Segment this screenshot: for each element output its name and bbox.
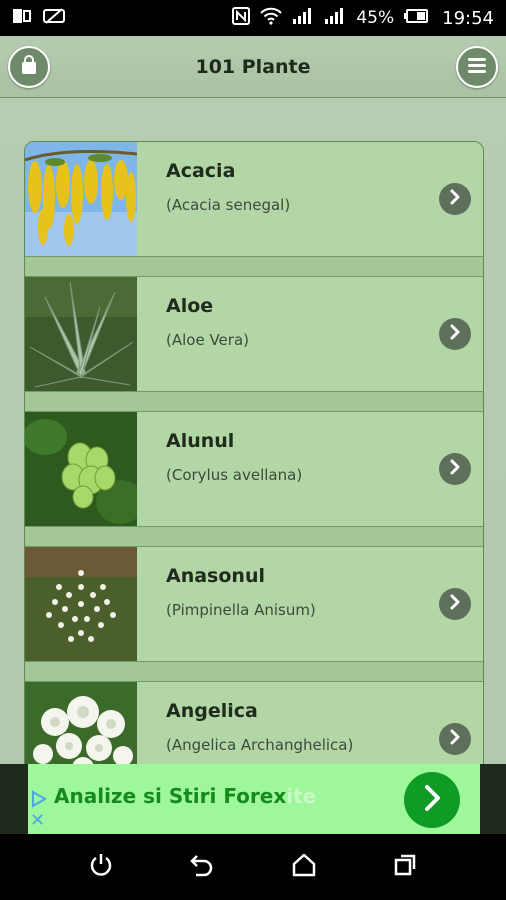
page-title: 101 Plante [195, 55, 311, 78]
battery-icon [404, 8, 429, 28]
anise-photo [25, 547, 137, 661]
shopping-bag-icon [18, 54, 40, 81]
open-item-button[interactable] [439, 453, 471, 485]
recents-icon [392, 852, 418, 883]
open-item-button[interactable] [439, 588, 471, 620]
ad-close-icon[interactable]: ✕ [30, 812, 48, 830]
ad-text[interactable]: Analize si Stiri Forex [54, 784, 286, 808]
battery-percent: 45% [356, 8, 395, 28]
chevron-right-icon [448, 459, 462, 480]
hazelnut-photo [25, 412, 137, 526]
list-divider [25, 661, 483, 682]
open-item-button[interactable] [439, 318, 471, 350]
screen-mirror-icon [12, 7, 32, 30]
plant-name: Acacia [166, 160, 236, 182]
list-divider [25, 256, 483, 277]
content-area: Acacia (Acacia senegal) Aloe (Aloe Vera)… [0, 99, 506, 764]
plant-text: Angelica (Angelica Archanghelica) [137, 682, 483, 764]
aloe-photo [25, 277, 137, 391]
list-item[interactable]: Anasonul (Pimpinella Anisum) [25, 547, 483, 661]
shop-button[interactable] [8, 46, 50, 88]
plant-name: Angelica [166, 700, 258, 722]
nfc-icon [232, 6, 251, 30]
list-divider [25, 526, 483, 547]
chevron-right-icon [448, 189, 462, 210]
plant-name: Aloe [166, 295, 214, 317]
back-button[interactable] [184, 849, 220, 885]
list-item[interactable]: Angelica (Angelica Archanghelica) [25, 682, 483, 764]
list-item[interactable]: Alunul (Corylus avellana) [25, 412, 483, 526]
power-icon [88, 852, 114, 883]
angelica-photo [25, 682, 137, 764]
clock: 19:54 [442, 7, 494, 29]
home-icon [291, 852, 317, 883]
ad-choices-icon[interactable] [30, 790, 48, 808]
plant-latin-name: (Acacia senegal) [166, 196, 291, 214]
plant-latin-name: (Corylus avellana) [166, 466, 303, 484]
home-button[interactable] [286, 849, 322, 885]
navigation-bar [0, 834, 506, 900]
plant-latin-name: (Aloe Vera) [166, 331, 249, 349]
power-button[interactable] [83, 849, 119, 885]
status-right: 45% 19:54 [232, 6, 494, 30]
plant-latin-name: (Pimpinella Anisum) [166, 601, 316, 619]
chevron-right-icon [448, 594, 462, 615]
plant-text: Alunul (Corylus avellana) [137, 412, 483, 526]
ad-open-button[interactable] [404, 772, 460, 828]
list-item[interactable]: Acacia (Acacia senegal) [25, 142, 483, 256]
plant-latin-name: (Angelica Archanghelica) [166, 736, 354, 754]
signal-icon [324, 7, 346, 30]
menu-icon [466, 56, 488, 79]
chevron-right-icon [421, 784, 443, 817]
list-divider [25, 391, 483, 412]
open-item-button[interactable] [439, 183, 471, 215]
recents-button[interactable] [387, 849, 423, 885]
back-icon [188, 852, 216, 883]
plant-name: Anasonul [166, 565, 265, 587]
menu-button[interactable] [456, 46, 498, 88]
plant-text: Aloe (Aloe Vera) [137, 277, 483, 391]
plant-text: Anasonul (Pimpinella Anisum) [137, 547, 483, 661]
status-bar: 45% 19:54 [0, 0, 506, 36]
list-item[interactable]: Aloe (Aloe Vera) [25, 277, 483, 391]
ad-ghost-text: ite [286, 784, 317, 808]
ad-banner[interactable]: Analize si Stiri Forexite [0, 764, 506, 834]
open-item-button[interactable] [439, 723, 471, 755]
signal-icon [292, 7, 314, 30]
acacia-photo [25, 142, 137, 256]
plant-name: Alunul [166, 430, 235, 452]
no-sim-icon [42, 7, 66, 30]
status-left [12, 7, 66, 30]
chevron-right-icon [448, 729, 462, 750]
app-header: 101 Plante [0, 36, 506, 98]
wifi-icon [260, 7, 283, 30]
ad-content[interactable]: Analize si Stiri Forexite [28, 764, 480, 834]
plant-list: Acacia (Acacia senegal) Aloe (Aloe Vera)… [24, 141, 484, 764]
plant-text: Acacia (Acacia senegal) [137, 142, 483, 256]
ad-headline[interactable]: Analize si Stiri Forexite [54, 784, 316, 808]
chevron-right-icon [448, 324, 462, 345]
